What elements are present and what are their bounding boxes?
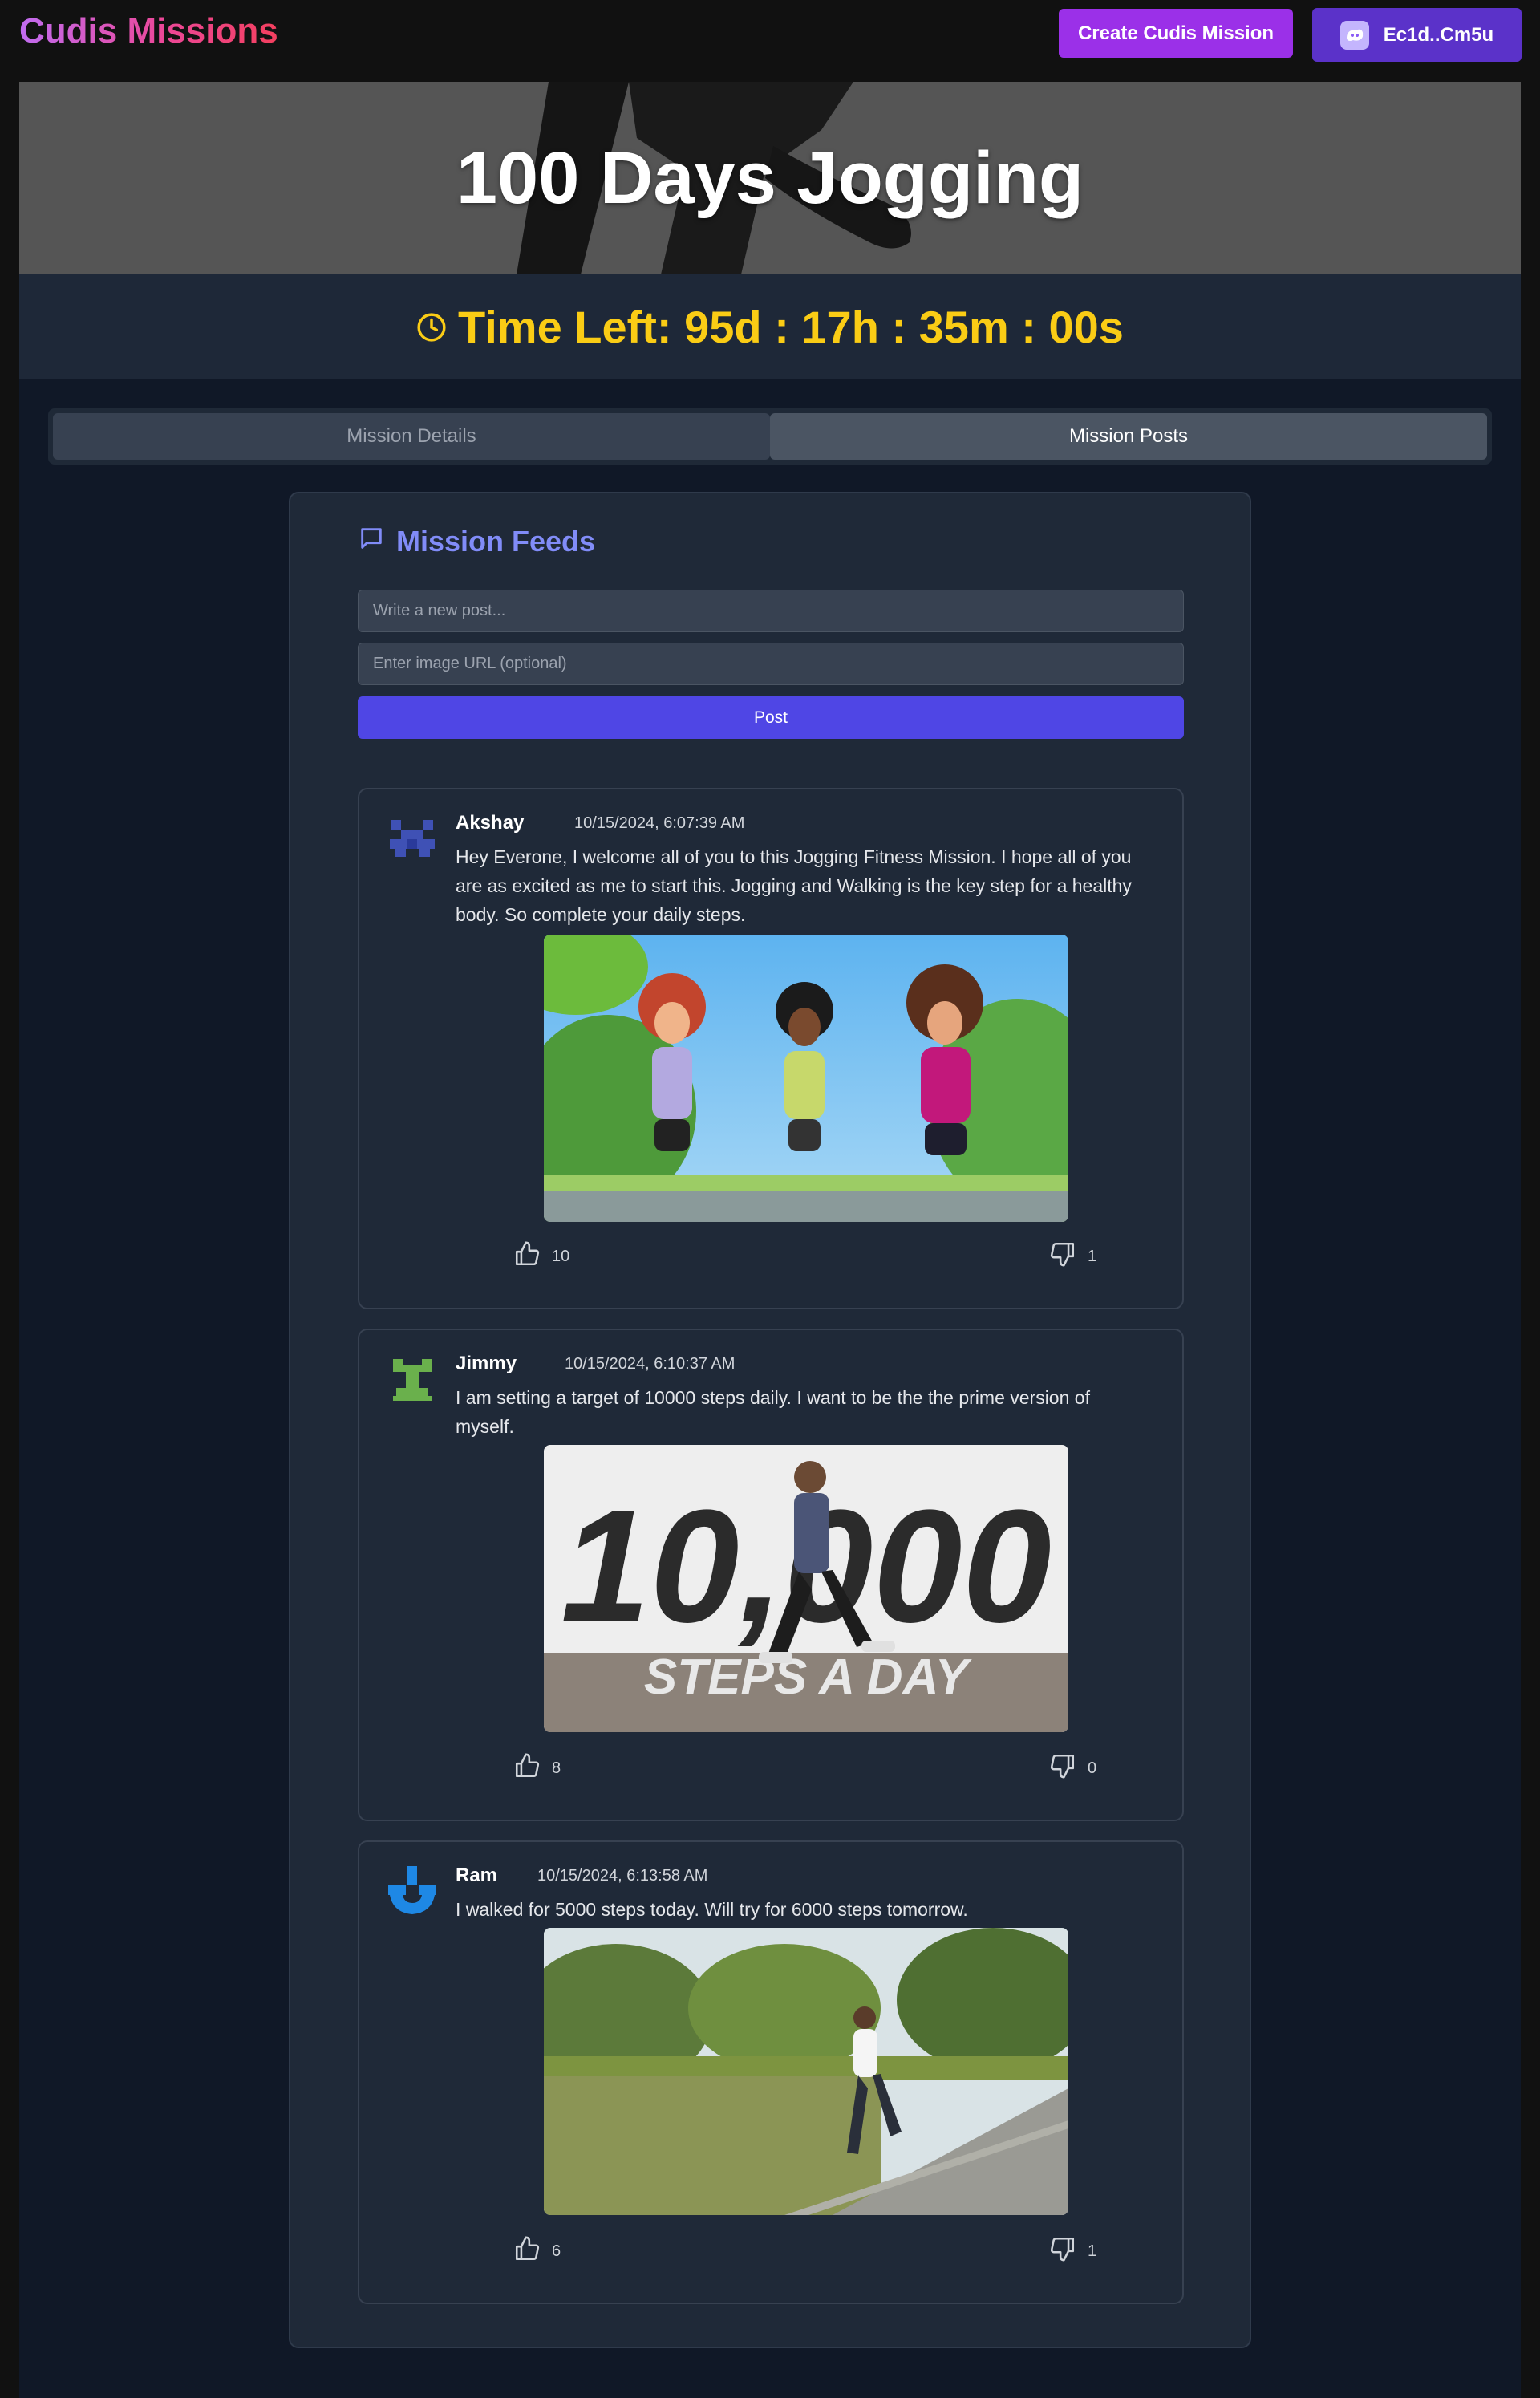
post-image (544, 1928, 1068, 2215)
dislike-button[interactable]: 1 (1049, 2235, 1096, 2267)
like-button[interactable]: 10 (513, 1240, 569, 1272)
thumbs-down-icon (1049, 2235, 1076, 2267)
svg-text:STEPS A DAY: STEPS A DAY (644, 1649, 973, 1705)
user-avatar[interactable] (387, 1353, 438, 1404)
mission-hero: 100 Days Jogging (19, 82, 1521, 274)
thumbs-up-icon (513, 1240, 541, 1272)
image-url-input[interactable]: Enter image URL (optional) (358, 643, 1184, 685)
countdown-text: Time Left: 95d : 17h : 35m : 00s (458, 302, 1124, 352)
post-card: Ram 10/15/2024, 6:13:58 AM I walked for … (358, 1840, 1184, 2304)
dislike-button[interactable]: 0 (1049, 1752, 1096, 1784)
wallet-icon (1339, 20, 1369, 50)
thumbs-down-icon (1049, 1240, 1076, 1272)
thumbs-down-icon (1049, 1752, 1076, 1784)
tab-mission-posts[interactable]: Mission Posts (770, 413, 1487, 460)
post-timestamp: 10/15/2024, 6:13:58 AM (537, 1867, 708, 1885)
countdown-banner: Time Left: 95d : 17h : 35m : 00s (19, 274, 1521, 379)
wallet-button[interactable]: Ec1d..Cm5u (1312, 8, 1522, 62)
new-post-input[interactable]: Write a new post... (358, 590, 1184, 632)
feed-title: Mission Feeds (396, 525, 596, 558)
top-bar: Cudis Missions Create Cudis Mission Ec1d… (0, 0, 1540, 82)
like-count: 6 (552, 2242, 561, 2260)
post-text: Hey Everone, I welcome all of you to thi… (456, 846, 1132, 925)
post-username: Ram (456, 1864, 498, 1886)
mission-feed-panel: Mission Feeds Write a new post... Enter … (289, 492, 1251, 2348)
post-image (544, 935, 1068, 1222)
message-square-icon (358, 525, 385, 559)
post-button[interactable]: Post (358, 696, 1184, 739)
dislike-button[interactable]: 1 (1049, 1240, 1096, 1272)
dislike-count: 0 (1088, 1759, 1097, 1777)
post-text: I am setting a target of 10000 steps dai… (456, 1387, 1090, 1437)
post-timestamp: 10/15/2024, 6:10:37 AM (565, 1355, 736, 1373)
wallet-address: Ec1d..Cm5u (1383, 23, 1494, 46)
post-username: Akshay (456, 812, 525, 834)
mission-tabs: Mission Details Mission Posts (48, 408, 1492, 465)
like-button[interactable]: 8 (513, 1752, 561, 1784)
post-card: Jimmy 10/15/2024, 6:10:37 AM I am settin… (358, 1329, 1184, 1821)
create-mission-button[interactable]: Create Cudis Mission (1059, 9, 1293, 58)
post-card: Akshay 10/15/2024, 6:07:39 AM Hey Everon… (358, 788, 1184, 1309)
post-text: I walked for 5000 steps today. Will try … (456, 1899, 968, 1920)
like-count: 8 (552, 1759, 561, 1777)
post-username: Jimmy (456, 1353, 517, 1374)
mission-page: 100 Days Jogging Time Left: 95d : 17h : … (19, 82, 1521, 2398)
clock-icon (416, 301, 447, 353)
user-avatar[interactable] (387, 812, 438, 863)
thumbs-up-icon (513, 2235, 541, 2267)
tab-mission-details[interactable]: Mission Details (53, 413, 770, 460)
user-avatar[interactable] (387, 1864, 438, 1916)
like-button[interactable]: 6 (513, 2235, 561, 2267)
post-timestamp: 10/15/2024, 6:07:39 AM (574, 814, 745, 832)
dislike-count: 1 (1088, 2242, 1097, 2260)
dislike-count: 1 (1088, 1247, 1097, 1265)
mission-title: 100 Days Jogging (456, 136, 1084, 219)
brand-logo[interactable]: Cudis Missions (19, 11, 278, 51)
thumbs-up-icon (513, 1752, 541, 1784)
post-image: 10,000 STEPS A DAY (544, 1445, 1068, 1732)
feed-header: Mission Feeds (358, 525, 595, 558)
like-count: 10 (552, 1247, 570, 1265)
